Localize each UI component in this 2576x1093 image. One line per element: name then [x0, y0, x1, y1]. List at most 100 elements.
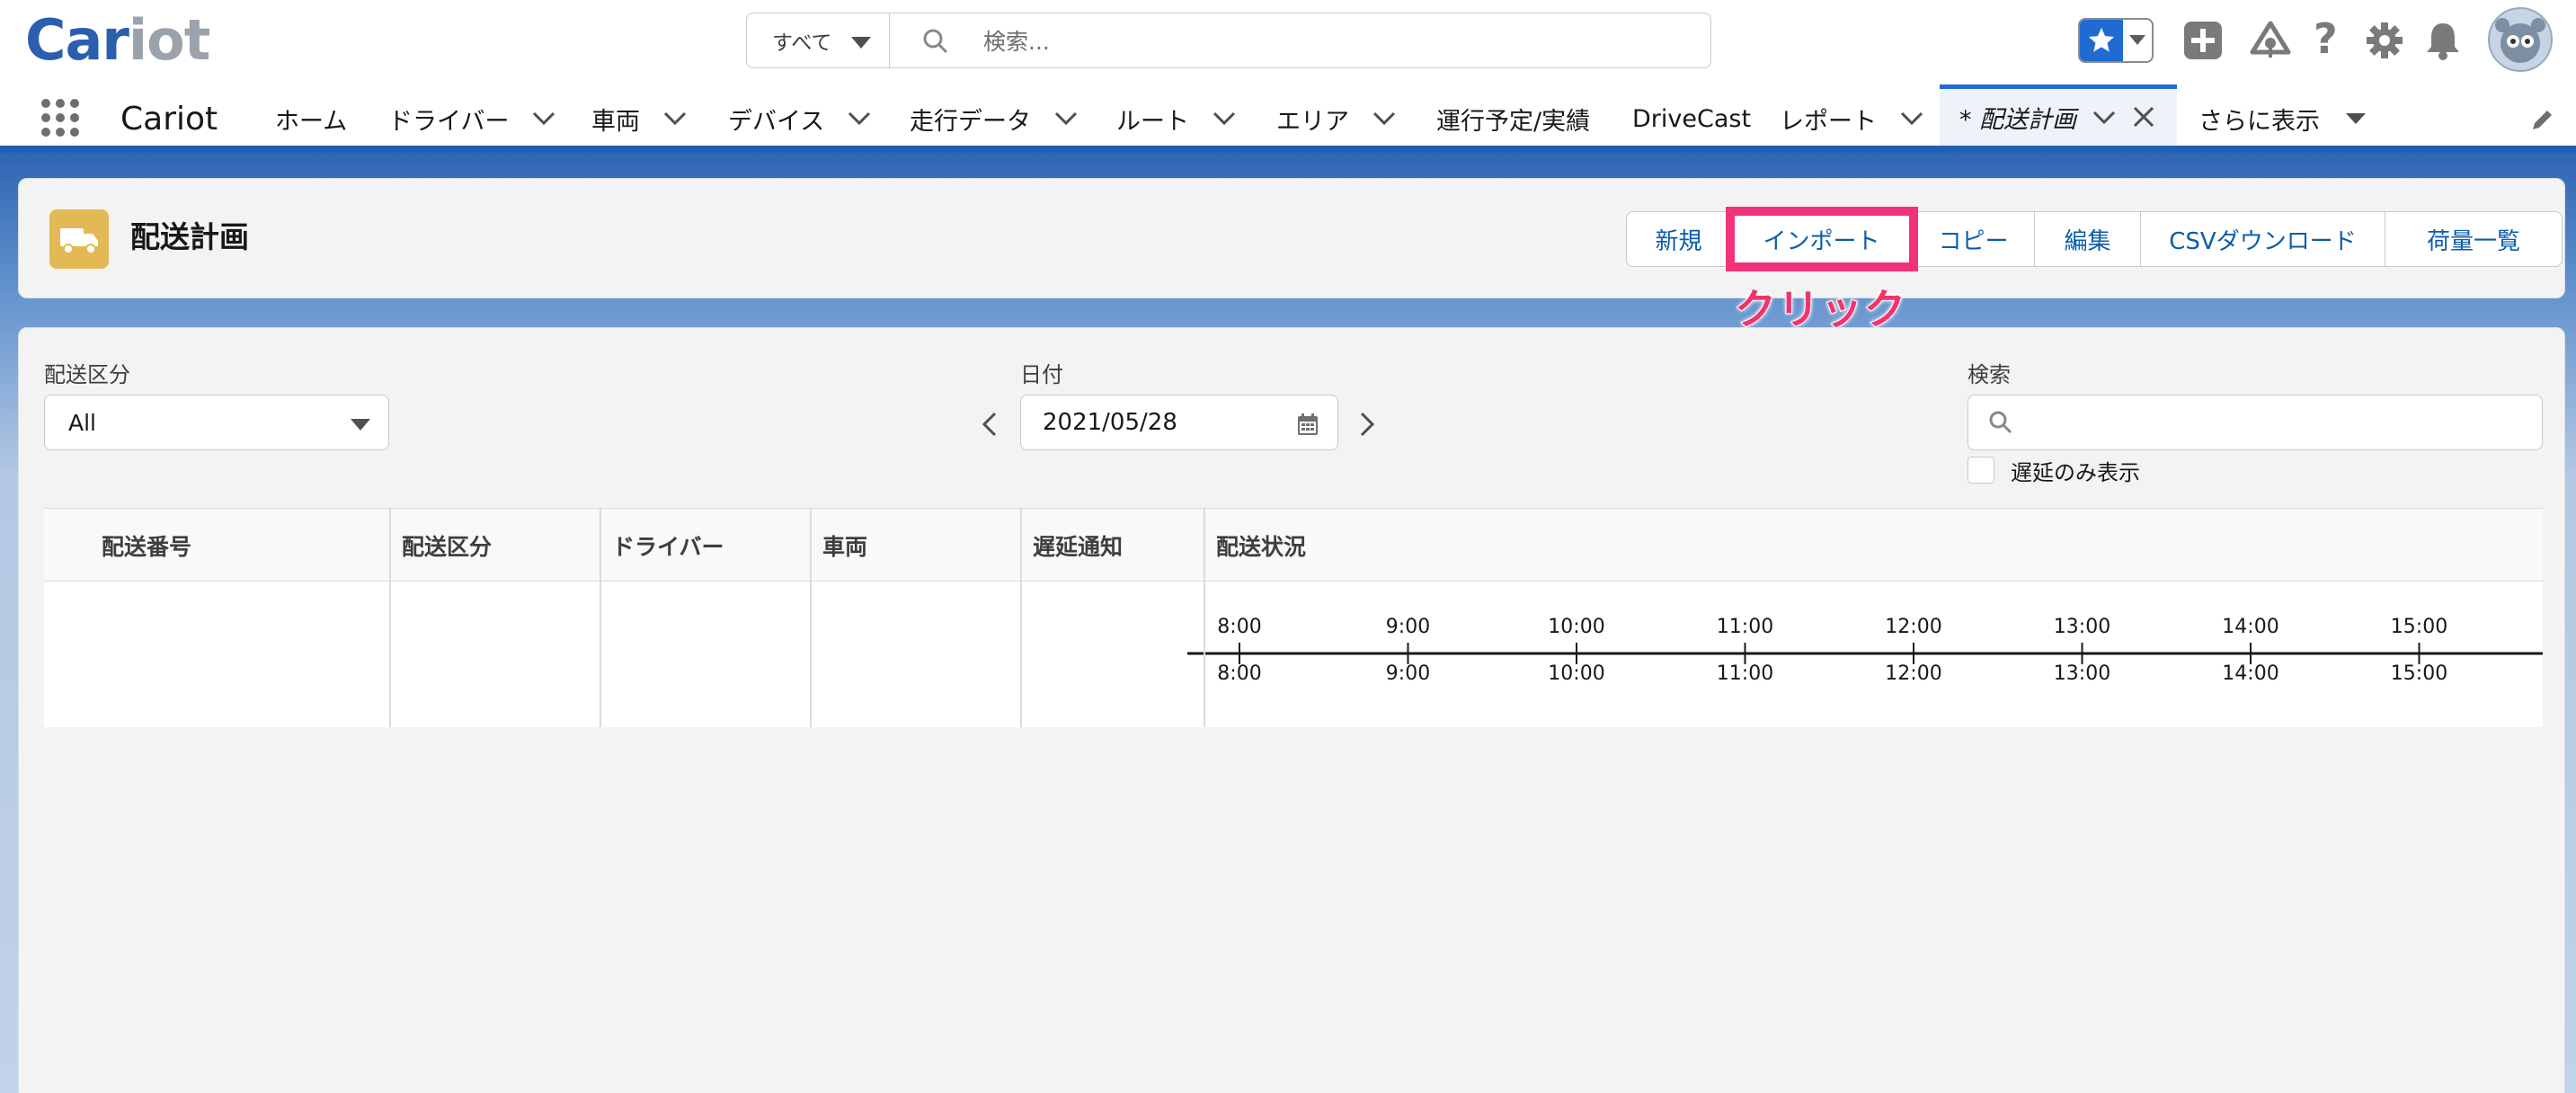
timeline-tick-label-bottom: 15:00 — [2390, 662, 2448, 685]
column-divider — [1204, 508, 1205, 727]
chevron-down-icon[interactable] — [532, 111, 555, 126]
nav-item-drivecast[interactable]: DriveCast — [1632, 84, 1751, 153]
csv-download-button[interactable]: CSVダウンロード — [2141, 212, 2385, 266]
chevron-down-icon — [2345, 112, 2367, 125]
category-value: All — [68, 409, 96, 436]
cariot-logo[interactable]: Cariot — [25, 5, 210, 73]
column-header-vehicle[interactable]: 車両 — [822, 509, 867, 582]
favorites-button[interactable] — [2078, 18, 2154, 63]
timeline-tick-label-top: 14:00 — [2222, 616, 2279, 638]
page-header: 配送計画 新規 インポート コピー 編集 CSVダウンロード 荷量一覧 — [18, 178, 2565, 298]
search-input[interactable] — [1968, 395, 2543, 450]
column-divider — [1020, 508, 1022, 727]
chevron-down-icon[interactable] — [1054, 111, 1078, 126]
table-header: 配送番号 配送区分 ドライバー 車両 遅延通知 配送状況 — [44, 508, 2543, 582]
delay-only-checkbox[interactable] — [1968, 457, 1994, 484]
timeline-tick-label-top: 12:00 — [1885, 616, 1942, 638]
edit-button[interactable]: 編集 — [2035, 212, 2141, 266]
global-search-placeholder: 検索... — [983, 29, 1050, 55]
new-button[interactable]: 新規 — [1627, 212, 1731, 266]
timeline-tick-label-top: 8:00 — [1217, 616, 1262, 638]
help-icon[interactable]: ? — [2314, 14, 2338, 63]
timeline-tick-label-top: 15:00 — [2390, 616, 2448, 638]
nav-item-reports[interactable]: レポート — [1780, 84, 1923, 153]
date-input[interactable]: 2021/05/28 — [1020, 395, 1338, 450]
nav-more[interactable]: さらに表示 — [2198, 84, 2367, 153]
search-icon — [1988, 410, 2013, 435]
page-title: 配送計画 — [130, 219, 249, 254]
column-divider — [600, 508, 601, 727]
timeline-tick-label-top: 9:00 — [1385, 616, 1431, 638]
timeline-tick-label-bottom: 9:00 — [1385, 662, 1431, 685]
date-value: 2021/05/28 — [1043, 409, 1177, 436]
column-header-delivery-category[interactable]: 配送区分 — [402, 509, 492, 582]
nav-item-driving-data[interactable]: 走行データ — [910, 84, 1078, 153]
timeline-tick-label-top: 13:00 — [2053, 616, 2111, 638]
nav-item-areas[interactable]: エリア — [1276, 84, 1396, 153]
timeline-tick-label-bottom: 13:00 — [2053, 662, 2111, 685]
timeline-tick-label-bottom: 8:00 — [1217, 662, 1262, 685]
table-row: 8:00 8:00 9:00 9:00 10:00 10:00 11:00 11:00 12:0… — [44, 582, 2543, 727]
nav-item-operation-schedule[interactable]: 運行予定/実績 — [1436, 84, 1590, 153]
copy-button[interactable]: コピー — [1913, 212, 2035, 266]
trailhead-icon[interactable] — [2249, 20, 2292, 61]
click-annotation: クリック — [1734, 284, 1907, 334]
category-label: 配送区分 — [44, 362, 130, 387]
column-divider — [810, 508, 812, 727]
nav-item-routes[interactable]: ルート — [1116, 84, 1236, 153]
edit-nav-pencil-icon[interactable] — [2529, 106, 2556, 133]
timeline-tick-label-top: 11:00 — [1716, 616, 1774, 638]
chevron-down-icon[interactable] — [1372, 111, 1396, 126]
nav-item-home[interactable]: ホーム — [275, 84, 347, 153]
calendar-icon[interactable] — [1296, 412, 1319, 437]
timeline-tick-label-bottom: 12:00 — [1885, 662, 1942, 685]
setup-gear-icon[interactable] — [2364, 20, 2405, 61]
load-list-button[interactable]: 荷量一覧 — [2385, 212, 2562, 266]
delivery-table: 配送番号 配送区分 ドライバー 車両 遅延通知 配送状況 8:00 8:00 9:0… — [44, 508, 2543, 727]
timeline-axis — [1187, 643, 2543, 664]
column-header-delay-notice[interactable]: 遅延通知 — [1033, 509, 1123, 582]
app-name: Cariot — [120, 100, 218, 138]
chevron-down-icon[interactable] — [663, 111, 687, 126]
global-header: Cariot すべて 検索... ? — [0, 0, 2576, 84]
date-label: 日付 — [1020, 362, 1063, 387]
truck-icon — [49, 209, 109, 269]
search-scope-dropdown[interactable]: すべて — [746, 13, 890, 68]
search-scope-label: すべて — [772, 31, 832, 55]
previous-day-chevron-icon[interactable] — [979, 411, 1000, 438]
chevron-down-icon — [2123, 20, 2152, 61]
chevron-down-icon[interactable] — [1212, 111, 1236, 126]
timeline-tick-label-bottom: 11:00 — [1716, 662, 1774, 685]
chevron-down-icon — [851, 37, 871, 49]
next-day-chevron-icon[interactable] — [1356, 411, 1378, 438]
import-button[interactable]: インポート — [1726, 207, 1918, 271]
column-header-delivery-status[interactable]: 配送状況 — [1216, 509, 1306, 582]
search-label: 検索 — [1968, 362, 2011, 387]
delay-only-label: 遅延のみ表示 — [2011, 460, 2140, 485]
nav-item-devices[interactable]: デバイス — [728, 84, 871, 153]
timeline-tick-label-top: 10:00 — [1548, 616, 1605, 638]
column-divider — [389, 508, 391, 727]
search-icon — [922, 28, 949, 55]
user-avatar[interactable] — [2488, 7, 2553, 72]
category-select[interactable]: All — [44, 395, 389, 450]
nav-item-drivers[interactable]: ドライバー — [388, 84, 555, 153]
add-icon[interactable] — [2182, 20, 2224, 61]
chevron-down-icon[interactable] — [848, 111, 871, 126]
delivery-plan-panel: 配送区分 All 日付 2021/05/28 検索 遅延のみ表示 配送番号 配送… — [18, 327, 2565, 1093]
timeline-tick-label-bottom: 10:00 — [1548, 662, 1605, 685]
notification-bell-icon[interactable] — [2423, 20, 2463, 61]
star-icon — [2080, 20, 2123, 61]
timeline-tick-label-bottom: 14:00 — [2222, 662, 2279, 685]
chevron-down-icon[interactable] — [2092, 111, 2116, 125]
chevron-down-icon[interactable] — [1900, 111, 1923, 126]
nav-item-vehicles[interactable]: 車両 — [591, 84, 687, 153]
column-header-driver[interactable]: ドライバー — [612, 509, 724, 582]
app-navigation-bar: Cariot ホーム ドライバー 車両 デバイス 走行データ ルート エリア 運… — [0, 84, 2576, 153]
global-search-input[interactable]: 検索... — [890, 13, 1711, 68]
app-launcher-icon[interactable] — [40, 97, 81, 138]
close-icon[interactable] — [2132, 105, 2155, 129]
column-header-delivery-number[interactable]: 配送番号 — [102, 509, 191, 582]
tab-delivery-plan[interactable]: * 配送計画 — [1940, 84, 2177, 146]
chevron-down-icon — [351, 419, 370, 431]
